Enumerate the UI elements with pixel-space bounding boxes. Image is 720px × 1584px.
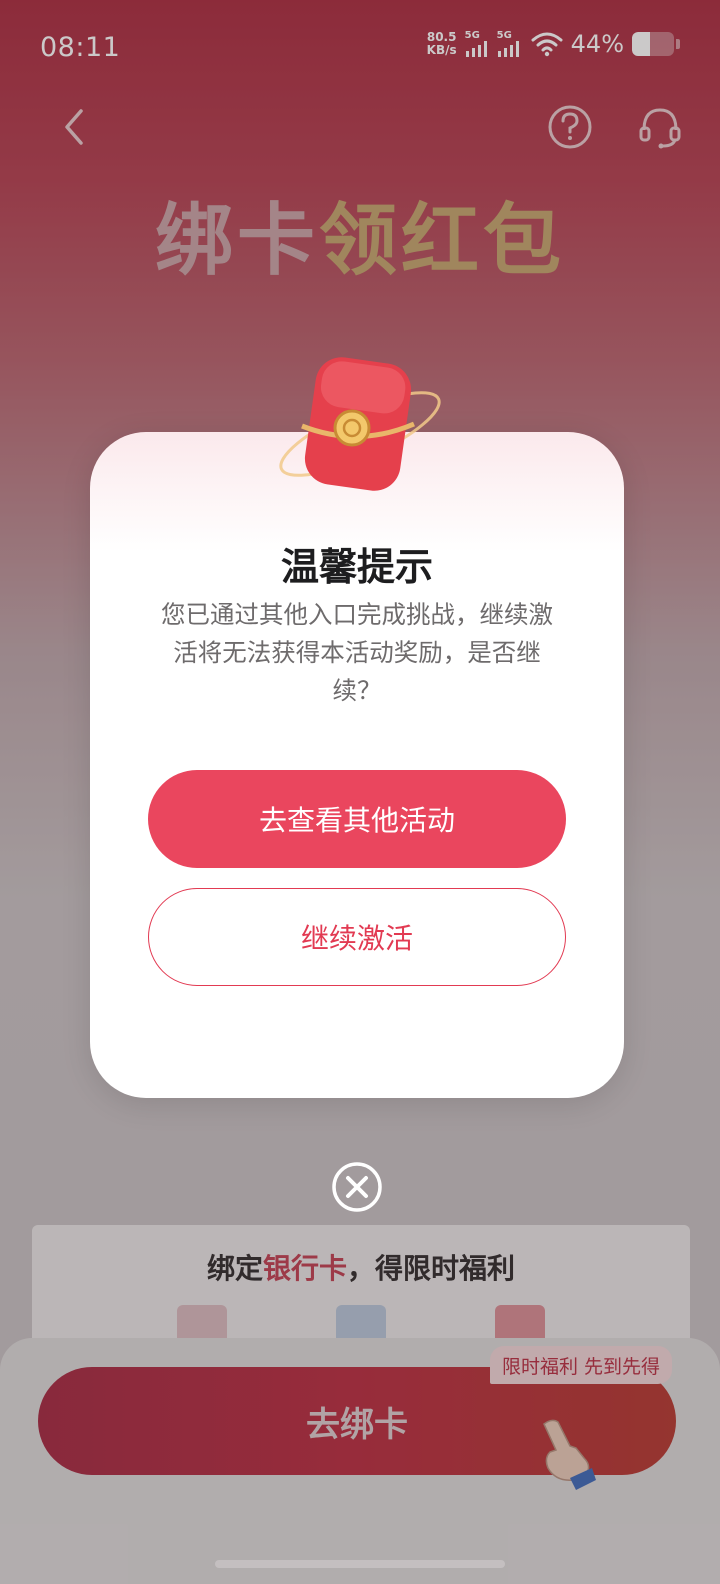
continue-activation-button[interactable]: 继续激活 bbox=[148, 888, 566, 986]
continue-activation-label: 继续激活 bbox=[300, 922, 413, 955]
warm-tip-dialog: 温馨提示 您已通过其他入口完成挑战，继续激活将无法获得本活动奖励，是否继续？ 去… bbox=[90, 432, 624, 1098]
view-other-activities-label: 去查看其他活动 bbox=[258, 804, 455, 837]
dialog-title: 温馨提示 bbox=[280, 545, 433, 589]
red-envelope-icon bbox=[279, 357, 441, 491]
dialog-message: 您已通过其他入口完成挑战，继续激活将无法获得本活动奖励，是否继续？ bbox=[161, 600, 553, 705]
close-circle-icon[interactable] bbox=[330, 1160, 384, 1214]
view-other-activities-button[interactable]: 去查看其他活动 bbox=[148, 770, 566, 868]
